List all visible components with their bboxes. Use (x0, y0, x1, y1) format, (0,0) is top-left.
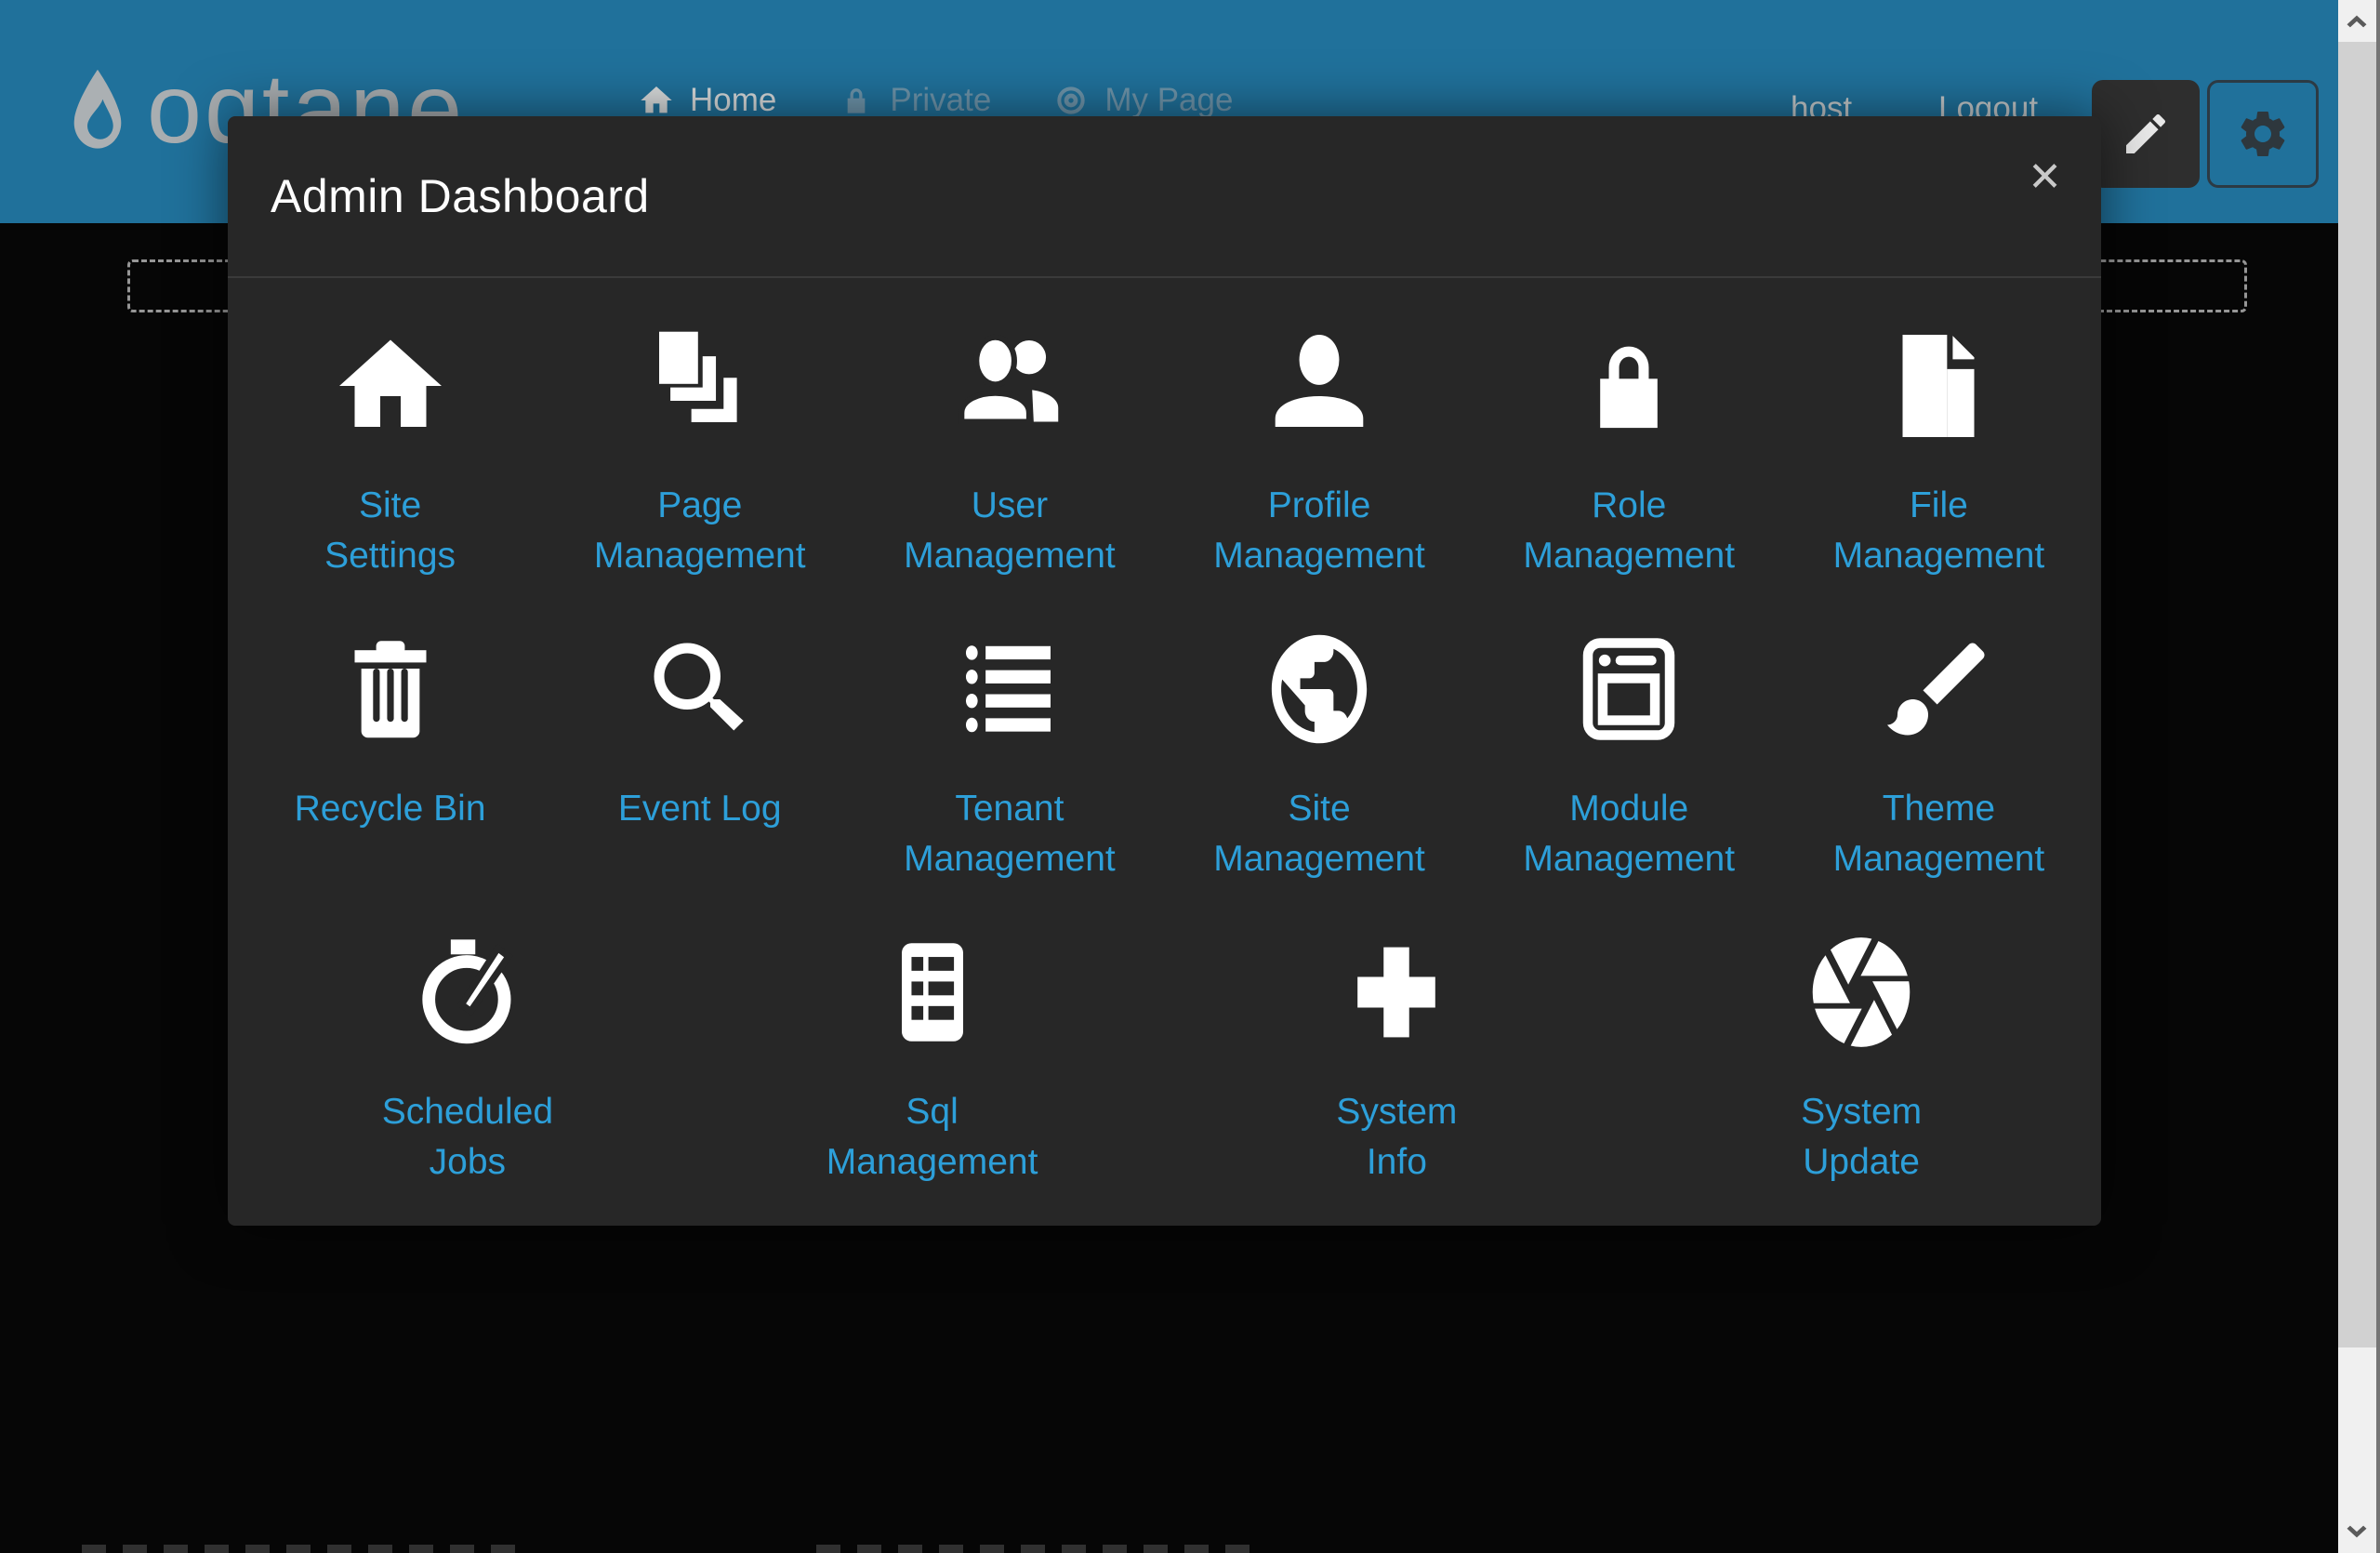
nav-item-my-page[interactable]: My Page (1052, 82, 1233, 119)
tile-recycle-bin[interactable]: Recycle Bin (235, 581, 545, 884)
tile-role-management[interactable]: RoleManagement (1474, 278, 1784, 581)
window-icon (1567, 628, 1690, 750)
pencil-icon (2120, 108, 2172, 160)
plus-icon (1335, 931, 1458, 1054)
tile-label: UserManagement (904, 481, 1116, 581)
tile-label: SiteManagement (1213, 784, 1425, 884)
tile-label: FileManagement (1833, 481, 2045, 581)
home-icon (329, 325, 452, 447)
tile-label: Recycle Bin (295, 784, 486, 834)
tile-label: RoleManagement (1523, 481, 1735, 581)
tile-label: SqlManagement (826, 1087, 1038, 1188)
modal-title: Admin Dashboard (271, 169, 650, 223)
lock-icon (838, 82, 875, 119)
stopwatch-icon (406, 931, 529, 1054)
tile-label: ModuleManagement (1523, 784, 1735, 884)
tile-tenant-management[interactable]: TenantManagement (854, 581, 1164, 884)
tile-file-management[interactable]: FileManagement (1784, 278, 2094, 581)
people-icon (948, 325, 1071, 447)
tile-label: PageManagement (594, 481, 806, 581)
gear-icon (2235, 106, 2291, 162)
table-icon (871, 931, 994, 1054)
droplet-icon (67, 58, 128, 166)
tile-module-management[interactable]: ModuleManagement (1474, 581, 1784, 884)
search-icon (639, 628, 761, 750)
modal-header: Admin Dashboard ✕ (228, 116, 2101, 278)
tile-label: Event Log (618, 784, 782, 834)
trash-icon (329, 628, 452, 750)
scrollbar[interactable] (2338, 0, 2380, 1553)
nav-item-home[interactable]: Home (638, 82, 776, 119)
home-icon (638, 82, 675, 119)
person-icon (1258, 325, 1381, 447)
tile-label: ThemeManagement (1833, 784, 2045, 884)
globe-icon (1258, 628, 1381, 750)
tile-label: ProfileManagement (1213, 481, 1425, 581)
target-icon (1052, 82, 1090, 119)
tile-scheduled-jobs[interactable]: ScheduledJobs (235, 884, 700, 1188)
edit-mode-button[interactable] (2092, 80, 2200, 188)
tile-theme-management[interactable]: ThemeManagement (1784, 581, 2094, 884)
lock-icon (1567, 325, 1690, 447)
tile-label: SystemInfo (1336, 1087, 1457, 1188)
scroll-down-icon[interactable] (2341, 1515, 2373, 1548)
tile-label: TenantManagement (904, 784, 1116, 884)
tile-label: SystemUpdate (1801, 1087, 1922, 1188)
tile-event-log[interactable]: Event Log (545, 581, 854, 884)
tile-profile-management[interactable]: ProfileManagement (1164, 278, 1474, 581)
modal-body: SiteSettings PageManagement UserManagement… (228, 278, 2101, 1188)
brush-icon (1877, 628, 2000, 750)
clipped-bottom-text (816, 1545, 1263, 1553)
nav-label: Home (690, 82, 776, 119)
tile-site-settings[interactable]: SiteSettings (235, 278, 545, 581)
tile-label: ScheduledJobs (382, 1087, 553, 1188)
nav-label: Private (890, 82, 991, 119)
tile-page-management[interactable]: PageManagement (545, 278, 854, 581)
tile-system-info[interactable]: SystemInfo (1165, 884, 1630, 1188)
file-icon (1877, 325, 2000, 447)
screen: oqtane Home Private My Page host Logout (0, 0, 2380, 1553)
tile-row: Recycle Bin Event Log TenantManagement Site… (228, 581, 2101, 884)
aperture-icon (1800, 931, 1923, 1054)
nav-label: My Page (1104, 82, 1233, 119)
tile-row: SiteSettings PageManagement UserManagement… (228, 278, 2101, 581)
settings-button[interactable] (2207, 80, 2319, 188)
tile-site-management[interactable]: SiteManagement (1164, 581, 1474, 884)
nav-item-private[interactable]: Private (838, 82, 991, 119)
tile-sql-management[interactable]: SqlManagement (700, 884, 1165, 1188)
tile-user-management[interactable]: UserManagement (854, 278, 1164, 581)
list-icon (948, 628, 1071, 750)
tile-label: SiteSettings (324, 481, 456, 581)
close-icon[interactable]: ✕ (2020, 150, 2069, 206)
clipped-bottom-text (82, 1545, 519, 1553)
tile-row: ScheduledJobs SqlManagement SystemInfo Syst… (228, 884, 2101, 1188)
scrollbar-thumb[interactable] (2338, 42, 2376, 1347)
pages-icon (639, 325, 761, 447)
scroll-up-icon[interactable] (2341, 5, 2373, 38)
admin-dashboard-modal: Admin Dashboard ✕ SiteSettings PageManage… (228, 116, 2101, 1226)
tile-system-update[interactable]: SystemUpdate (1629, 884, 2094, 1188)
